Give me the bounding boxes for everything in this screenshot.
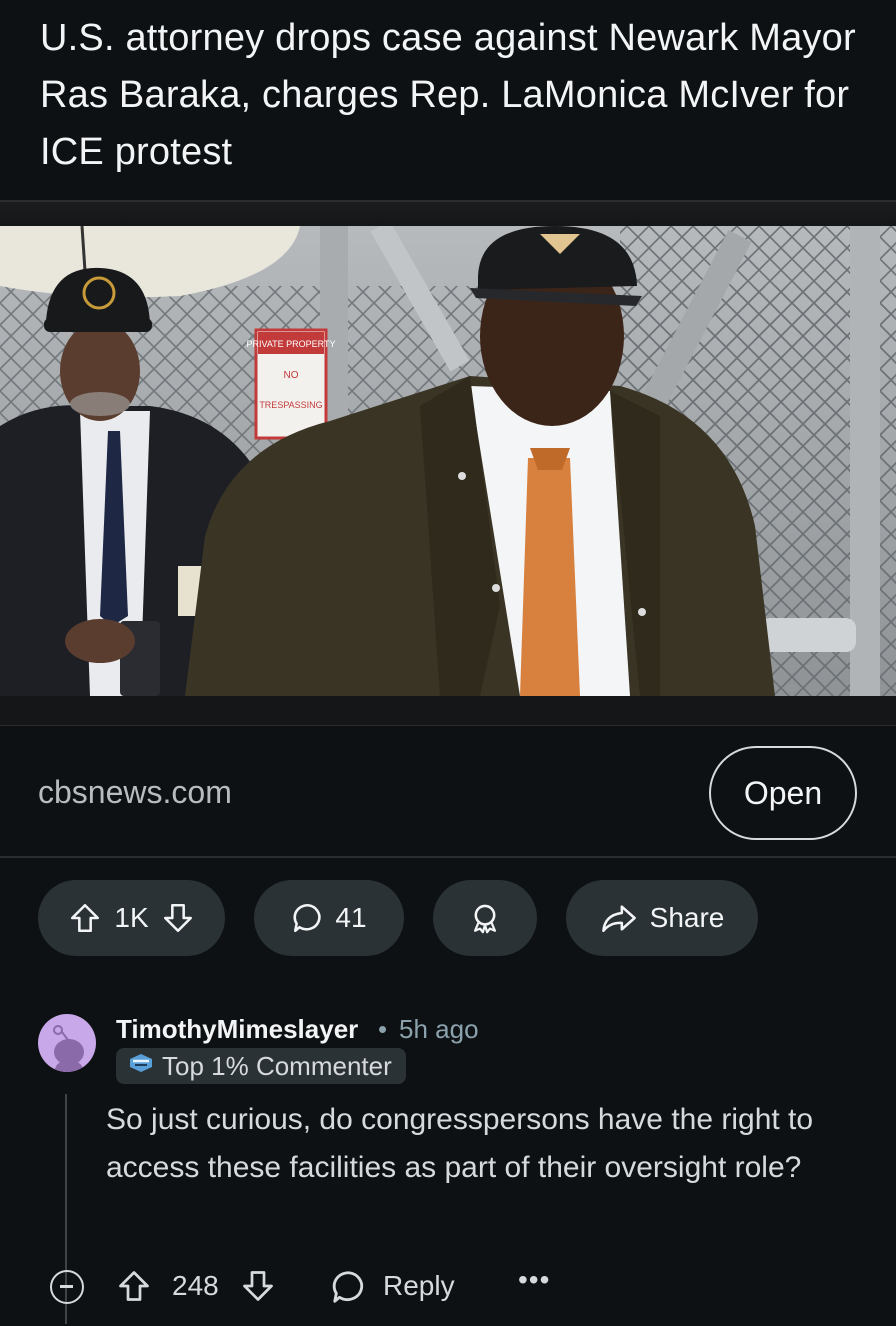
comment-username[interactable]: TimothyMimeslayer bbox=[116, 1014, 358, 1045]
reply-bubble-icon[interactable] bbox=[330, 1268, 368, 1311]
snoo-avatar-icon bbox=[53, 1025, 84, 1072]
comment-vote-count: 248 bbox=[172, 1270, 219, 1301]
comment-upvote-icon[interactable] bbox=[116, 1268, 152, 1309]
thumbnail-photo: PRIVATE PROPERTY NO TRESPASSING bbox=[0, 226, 896, 696]
award-button[interactable] bbox=[433, 880, 537, 956]
comment-downvote-icon[interactable] bbox=[240, 1268, 276, 1309]
post-title[interactable]: U.S. attorney drops case against Newark … bbox=[40, 10, 856, 181]
collapse-thread-icon[interactable] bbox=[50, 1270, 84, 1304]
comment-bubble-icon bbox=[291, 901, 325, 935]
share-label: Share bbox=[649, 902, 725, 933]
post-title-block: U.S. attorney drops case against Newark … bbox=[0, 0, 896, 200]
post-thumbnail[interactable]: PRIVATE PROPERTY NO TRESPASSING bbox=[0, 226, 896, 696]
award-icon bbox=[468, 901, 502, 935]
comment: TimothyMimeslayer • 5h ago Top 1% Commen… bbox=[0, 1006, 896, 1326]
comment-timestamp: 5h ago bbox=[399, 1014, 479, 1044]
comment-action-bar: 248 Reply ••• bbox=[0, 1258, 896, 1314]
sign-line3: TRESPASSING bbox=[259, 400, 322, 410]
downvote-icon[interactable] bbox=[161, 901, 195, 935]
more-options-icon[interactable]: ••• bbox=[518, 1264, 550, 1296]
sign-line1: PRIVATE PROPERTY bbox=[246, 339, 335, 349]
upvote-icon[interactable] bbox=[68, 901, 102, 935]
thumbnail-top-border bbox=[0, 200, 896, 226]
reply-button[interactable]: Reply bbox=[383, 1270, 455, 1302]
flair-label: Top 1% Commenter bbox=[162, 1050, 392, 1081]
sign-line2: NO bbox=[284, 370, 299, 381]
share-button[interactable]: Share bbox=[566, 880, 758, 956]
comments-button[interactable]: 41 bbox=[254, 880, 404, 956]
user-flair: Top 1% Commenter bbox=[116, 1048, 406, 1084]
thumbnail-bottom-border bbox=[0, 696, 896, 726]
commenter-badge-icon bbox=[128, 1051, 162, 1082]
post-action-bar: 1K 41 Share bbox=[0, 880, 896, 956]
comment-body: So just curious, do congresspersons have… bbox=[106, 1103, 814, 1184]
avatar[interactable] bbox=[38, 1014, 96, 1072]
share-arrow-icon bbox=[600, 901, 638, 935]
comment-count: 41 bbox=[335, 902, 367, 933]
open-link-button[interactable]: Open bbox=[709, 746, 857, 840]
link-domain[interactable]: cbsnews.com bbox=[38, 774, 232, 811]
post-vote-count: 1K bbox=[114, 902, 149, 933]
link-row: cbsnews.com Open bbox=[0, 726, 896, 858]
vote-pill: 1K bbox=[38, 880, 225, 956]
meta-separator: • bbox=[378, 1014, 388, 1044]
